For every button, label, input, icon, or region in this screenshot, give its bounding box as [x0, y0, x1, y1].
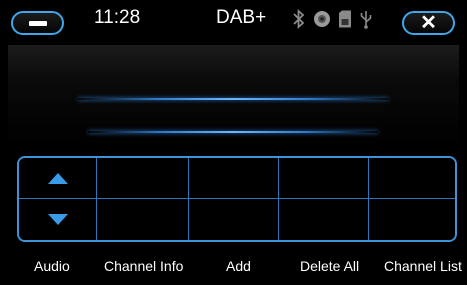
- clock: 11:28: [94, 7, 141, 28]
- status-icons: [292, 8, 373, 34]
- preset-slot[interactable]: [189, 199, 279, 240]
- sd-card-icon: [338, 10, 352, 33]
- preset-slot[interactable]: [189, 158, 279, 199]
- close-icon: ✕: [420, 12, 437, 34]
- bluetooth-icon: [292, 8, 306, 34]
- status-bar: 11:28 DAB+ ✕: [0, 0, 467, 40]
- preset-slot[interactable]: [97, 199, 189, 240]
- source-mode-label: DAB+: [216, 7, 267, 28]
- softkey-bar: Audio Channel Info Add Delete All Channe…: [0, 258, 467, 280]
- preset-grid: [17, 156, 457, 242]
- audio-button[interactable]: Audio: [34, 258, 70, 274]
- channel-info-button[interactable]: Channel Info: [104, 258, 183, 274]
- arrow-up-icon: [47, 172, 68, 184]
- disc-icon: [313, 10, 331, 33]
- channel-list-button[interactable]: Channel List: [384, 258, 462, 274]
- scroll-up-button[interactable]: [19, 158, 97, 199]
- preset-slot[interactable]: [279, 158, 369, 199]
- close-button[interactable]: ✕: [402, 11, 455, 35]
- usb-icon: [359, 9, 373, 34]
- preset-slot[interactable]: [369, 158, 455, 199]
- add-button[interactable]: Add: [226, 258, 251, 274]
- arrow-down-icon: [47, 214, 68, 225]
- minimize-button[interactable]: [11, 11, 64, 35]
- preset-slot[interactable]: [97, 158, 189, 199]
- station-line-2: [88, 131, 378, 133]
- station-line-1: [78, 98, 388, 100]
- preset-slot[interactable]: [279, 199, 369, 240]
- scroll-down-button[interactable]: [19, 199, 97, 240]
- minus-icon: [28, 20, 47, 26]
- preset-slot[interactable]: [369, 199, 455, 240]
- delete-all-button[interactable]: Delete All: [300, 258, 359, 274]
